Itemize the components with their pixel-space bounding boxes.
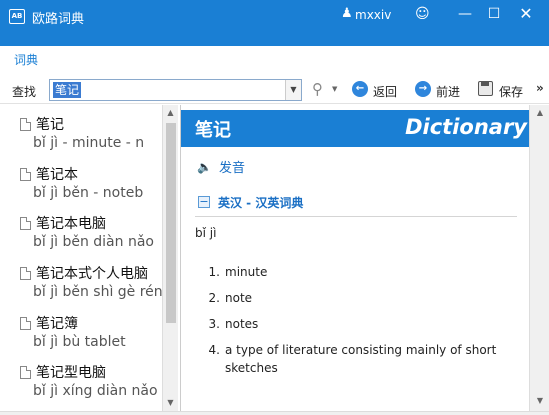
app-logo-icon: AB <box>9 9 25 24</box>
list-item-pinyin: bǐ jì běn diàn nǎo <box>33 234 154 250</box>
tools-menu[interactable]: 工具 ▾ <box>506 51 540 68</box>
list-item[interactable]: 笔记本 bǐ jì běn - noteb <box>0 158 162 207</box>
list-item-pinyin: bǐ jì běn - noteb <box>33 185 144 201</box>
collapse-icon[interactable]: − <box>198 196 210 208</box>
list-item[interactable]: 笔记簿 bǐ jì bù tablet <box>0 307 162 356</box>
section-title[interactable]: 英汉 - 汉英词典 <box>218 194 303 211</box>
document-icon <box>20 118 31 131</box>
search-input-value[interactable]: 笔记 <box>53 82 82 98</box>
search-input[interactable]: 笔记 ▼ <box>49 79 302 101</box>
list-item-word: 笔记本式个人电脑 <box>36 266 148 282</box>
save-icon[interactable] <box>478 81 493 96</box>
scroll-down-arrow-icon[interactable]: ▼ <box>532 393 548 409</box>
list-item-word: 笔记本电脑 <box>36 216 106 232</box>
search-history-dropdown[interactable]: ▼ <box>285 80 301 100</box>
person-icon[interactable]: ♟ <box>341 6 353 21</box>
chevron-down-icon[interactable]: ▼ <box>332 85 337 93</box>
forward-button[interactable]: 前进 <box>436 83 460 100</box>
document-icon <box>20 317 31 330</box>
speaker-icon[interactable]: 🔈 <box>197 160 212 174</box>
document-icon <box>20 168 31 181</box>
definition-text: note <box>225 291 253 305</box>
search-icon[interactable]: ⚲ <box>312 80 323 98</box>
bottom-edge <box>0 411 549 415</box>
definition-number: 2. <box>208 291 220 305</box>
list-item-pinyin: bǐ jì - minute - n <box>33 135 145 151</box>
list-item-pinyin: bǐ jì běn shì gè rén <box>33 284 162 300</box>
list-item-word: 笔记 <box>36 117 64 133</box>
dictionary-brand: Dictionary <box>405 115 527 139</box>
definition-text: minute <box>225 265 268 279</box>
back-arrow-icon[interactable]: ← <box>352 81 368 97</box>
document-icon <box>20 267 31 280</box>
definition-number: 1. <box>208 265 220 279</box>
pinyin-text: bǐ jì <box>195 226 217 240</box>
minimize-button[interactable]: — <box>453 4 477 24</box>
scroll-down-arrow-icon[interactable]: ▼ <box>163 395 178 411</box>
save-button[interactable]: 保存 <box>499 83 523 100</box>
list-item-word: 笔记簿 <box>36 316 78 332</box>
list-item[interactable]: 笔记 bǐ jì - minute - n <box>0 108 162 157</box>
scroll-up-arrow-icon[interactable]: ▲ <box>163 105 178 121</box>
dictionary-scrollbar[interactable]: ▲ ▼ <box>529 105 549 411</box>
tab-dictionary[interactable]: 词典 <box>6 46 47 76</box>
definition-text: a type of literature consisting mainly o… <box>225 343 497 375</box>
title-bar: AB 欧路词典 ♟ mxxiv ☺ — ☐ ✕ <box>0 0 549 46</box>
list-item-word: 笔记本 <box>36 167 78 183</box>
maximize-button[interactable]: ☐ <box>482 4 506 24</box>
list-item[interactable]: 笔记型电脑 bǐ jì xíng diàn nǎo <box>0 356 162 405</box>
smile-icon[interactable]: ☺ <box>415 6 430 22</box>
results-scrollbar[interactable]: ▲ ▼ <box>162 105 178 411</box>
definition-number: 3. <box>208 317 220 331</box>
list-item[interactable]: 笔记本式个人电脑 bǐ jì běn shì gè rén <box>0 257 162 306</box>
toolbar: 查找 笔记 ▼ ⚲ ▼ ← 返回 → 前进 保存 » <box>0 76 549 104</box>
settings-menu[interactable]: 设置 <box>466 51 490 68</box>
scroll-up-arrow-icon[interactable]: ▲ <box>532 105 548 121</box>
results-list: 笔记 bǐ jì - minute - n 笔记本 bǐ jì běn - no… <box>0 105 178 411</box>
more-icon[interactable]: » <box>536 81 544 95</box>
close-button[interactable]: ✕ <box>514 4 538 24</box>
tab-encyclopedia[interactable]: 百科 <box>70 46 94 72</box>
definition-text: notes <box>225 317 259 331</box>
dictionary-pane: 笔记 Dictionary 🔈 发音 − 英汉 - 汉英词典 bǐ jì 1. … <box>180 105 530 411</box>
back-button[interactable]: 返回 <box>373 83 397 100</box>
user-name-link[interactable]: mxxiv <box>355 8 391 22</box>
tab-study-records[interactable]: 学习记录 <box>125 46 173 72</box>
list-item-pinyin: bǐ jì bù tablet <box>33 334 126 350</box>
section-divider <box>195 216 517 217</box>
pronounce-link[interactable]: 发音 <box>219 157 245 176</box>
search-label: 查找 <box>12 85 37 99</box>
app-title: 欧路词典 <box>32 12 85 27</box>
scrollbar-thumb[interactable] <box>166 123 176 323</box>
list-item-pinyin: bǐ jì xíng diàn nǎo <box>33 383 158 399</box>
forward-arrow-icon[interactable]: → <box>415 81 431 97</box>
list-item-word: 笔记型电脑 <box>36 365 106 381</box>
dictionary-header: 笔记 Dictionary <box>181 110 530 147</box>
list-item[interactable]: 笔记本电脑 bǐ jì běn diàn nǎo <box>0 207 162 256</box>
definition-number: 4. <box>208 343 220 357</box>
tab-translate[interactable]: 翻译朗读 <box>202 46 250 72</box>
document-icon <box>20 217 31 230</box>
document-icon <box>20 366 31 379</box>
headword: 笔记 <box>195 120 231 141</box>
